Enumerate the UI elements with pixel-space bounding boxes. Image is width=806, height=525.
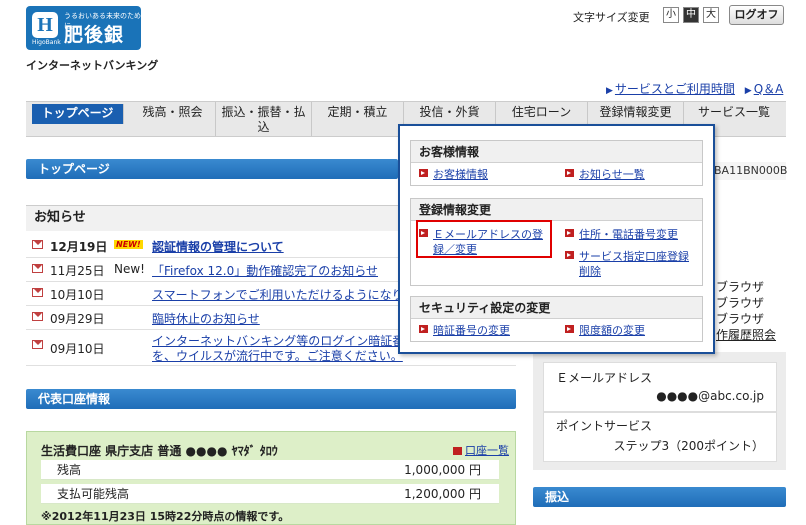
email-label: Ｅメールアドレス bbox=[556, 371, 653, 385]
nav-top-page[interactable]: トップページ bbox=[32, 104, 124, 124]
logo-mark-icon: H bbox=[32, 12, 58, 38]
bank-logo[interactable]: H うるおいある未来のために。 肥後銀行 HigoBank bbox=[26, 6, 141, 73]
nav-balance[interactable]: 残高・照会 bbox=[130, 102, 216, 136]
account-list-link[interactable]: 口座一覧 bbox=[465, 444, 509, 457]
transfer-section-title: 振込 bbox=[533, 487, 786, 507]
envelope-icon bbox=[32, 240, 43, 249]
dd-security-section: セキュリティ設定の変更 暗証番号の変更 限度額の変更 bbox=[410, 296, 703, 342]
arrow-right-icon: ▶ bbox=[606, 86, 613, 96]
customer-code: BA11BN000B bbox=[714, 162, 787, 180]
browser-text: ブラウザ bbox=[716, 296, 765, 310]
account-box: 生活費口座 県庁支店 普通 ●●●● ﾔﾏﾀﾞ ﾀﾛｳ 口座一覧 残高 1,00… bbox=[26, 431, 516, 525]
link-arrow-icon bbox=[565, 169, 574, 177]
email-value: ●●●●@abc.co.jp bbox=[656, 389, 764, 403]
dd-notice-list-link[interactable]: お知らせ一覧 bbox=[565, 167, 645, 182]
top-links: ▶ サービスとご利用時間 ▶ Q＆A bbox=[606, 80, 783, 97]
dd-customer-title: お客様情報 bbox=[411, 141, 702, 163]
browser-text: ブラウザ bbox=[716, 280, 765, 294]
dd-customer-section: お客様情報 お客様情報 お知らせ一覧 bbox=[410, 140, 703, 186]
account-line: 生活費口座 県庁支店 普通 ●●●● ﾔﾏﾀﾞ ﾀﾛｳ bbox=[41, 444, 278, 458]
balance-value: 1,000,000 円 bbox=[404, 463, 481, 477]
balance-label: 残高 bbox=[57, 463, 82, 477]
news-date: 10月10日 bbox=[50, 288, 105, 302]
point-value: ステップ3（200ポイント） bbox=[613, 439, 764, 453]
email-card: Ｅメールアドレス ●●●●@abc.co.jp bbox=[543, 362, 777, 412]
account-list-link-wrap[interactable]: 口座一覧 bbox=[453, 442, 509, 458]
operation-history-link[interactable]: 作履歴照会 bbox=[716, 326, 776, 343]
balance-row: 残高 1,000,000 円 bbox=[41, 460, 499, 480]
arrow-right-icon: ▶ bbox=[744, 86, 752, 96]
link-arrow-icon bbox=[565, 251, 574, 259]
service-guide-link[interactable]: サービスとご利用時間 bbox=[615, 82, 735, 96]
available-label: 支払可能残高 bbox=[57, 487, 130, 501]
nav-transfer[interactable]: 振込・振替・払込 bbox=[216, 102, 312, 136]
nav-deposit[interactable]: 定期・積立 bbox=[312, 102, 404, 136]
point-label: ポイントサービス bbox=[556, 419, 653, 433]
email-link-highlight bbox=[416, 220, 552, 258]
envelope-icon bbox=[32, 264, 43, 273]
font-size-medium-button[interactable]: 中 bbox=[683, 7, 699, 23]
logo-sub: HigoBank bbox=[32, 39, 61, 46]
font-size-label: 文字サイズ変更 bbox=[573, 11, 650, 24]
logout-button[interactable]: ログオフ bbox=[729, 5, 784, 25]
available-row: 支払可能残高 1,200,000 円 bbox=[41, 484, 499, 504]
dd-address-change-link[interactable]: 住所・電話番号変更 bbox=[565, 227, 678, 242]
available-value: 1,200,000 円 bbox=[404, 487, 481, 501]
dd-registration-title: 登録情報変更 bbox=[411, 199, 702, 221]
customer-summary-panel: Ｅメールアドレス ●●●●@abc.co.jp ポイントサービス ステップ3（2… bbox=[533, 352, 786, 470]
page-title: トップページ bbox=[26, 159, 398, 179]
envelope-icon bbox=[32, 312, 43, 321]
link-arrow-icon bbox=[565, 229, 574, 237]
new-badge: NEW! bbox=[114, 240, 143, 249]
link-arrow-icon bbox=[419, 169, 428, 177]
dd-limit-change-link[interactable]: 限度額の変更 bbox=[565, 323, 645, 338]
dd-designated-account-link[interactable]: サービス指定口座登録削除 bbox=[565, 249, 695, 279]
news-date: 12月19日 bbox=[50, 240, 108, 254]
envelope-icon bbox=[32, 288, 43, 297]
envelope-icon bbox=[32, 340, 43, 349]
dd-customer-info-link[interactable]: お客様情報 bbox=[419, 167, 488, 182]
dd-security-title: セキュリティ設定の変更 bbox=[411, 297, 702, 319]
font-size-large-button[interactable]: 大 bbox=[703, 7, 719, 23]
news-date: 11月25日 bbox=[50, 264, 105, 278]
font-size-small-button[interactable]: 小 bbox=[663, 7, 679, 23]
link-arrow-icon bbox=[453, 447, 462, 455]
account-note: ※2012年11月23日 15時22分時点の情報です。 bbox=[41, 510, 290, 523]
account-section-title: 代表口座情報 bbox=[26, 389, 516, 409]
service-name: インターネットバンキング bbox=[26, 59, 159, 72]
point-card: ポイントサービス ステップ3（200ポイント） bbox=[543, 412, 777, 462]
new-label: New! bbox=[114, 262, 145, 276]
link-arrow-icon bbox=[419, 325, 428, 333]
browser-text: ブラウザ bbox=[716, 312, 765, 326]
news-date: 09月10日 bbox=[50, 342, 105, 356]
news-date: 09月29日 bbox=[50, 312, 105, 326]
qa-link[interactable]: Q＆A bbox=[754, 82, 784, 96]
link-arrow-icon bbox=[565, 325, 574, 333]
dd-pin-change-link[interactable]: 暗証番号の変更 bbox=[419, 323, 510, 338]
